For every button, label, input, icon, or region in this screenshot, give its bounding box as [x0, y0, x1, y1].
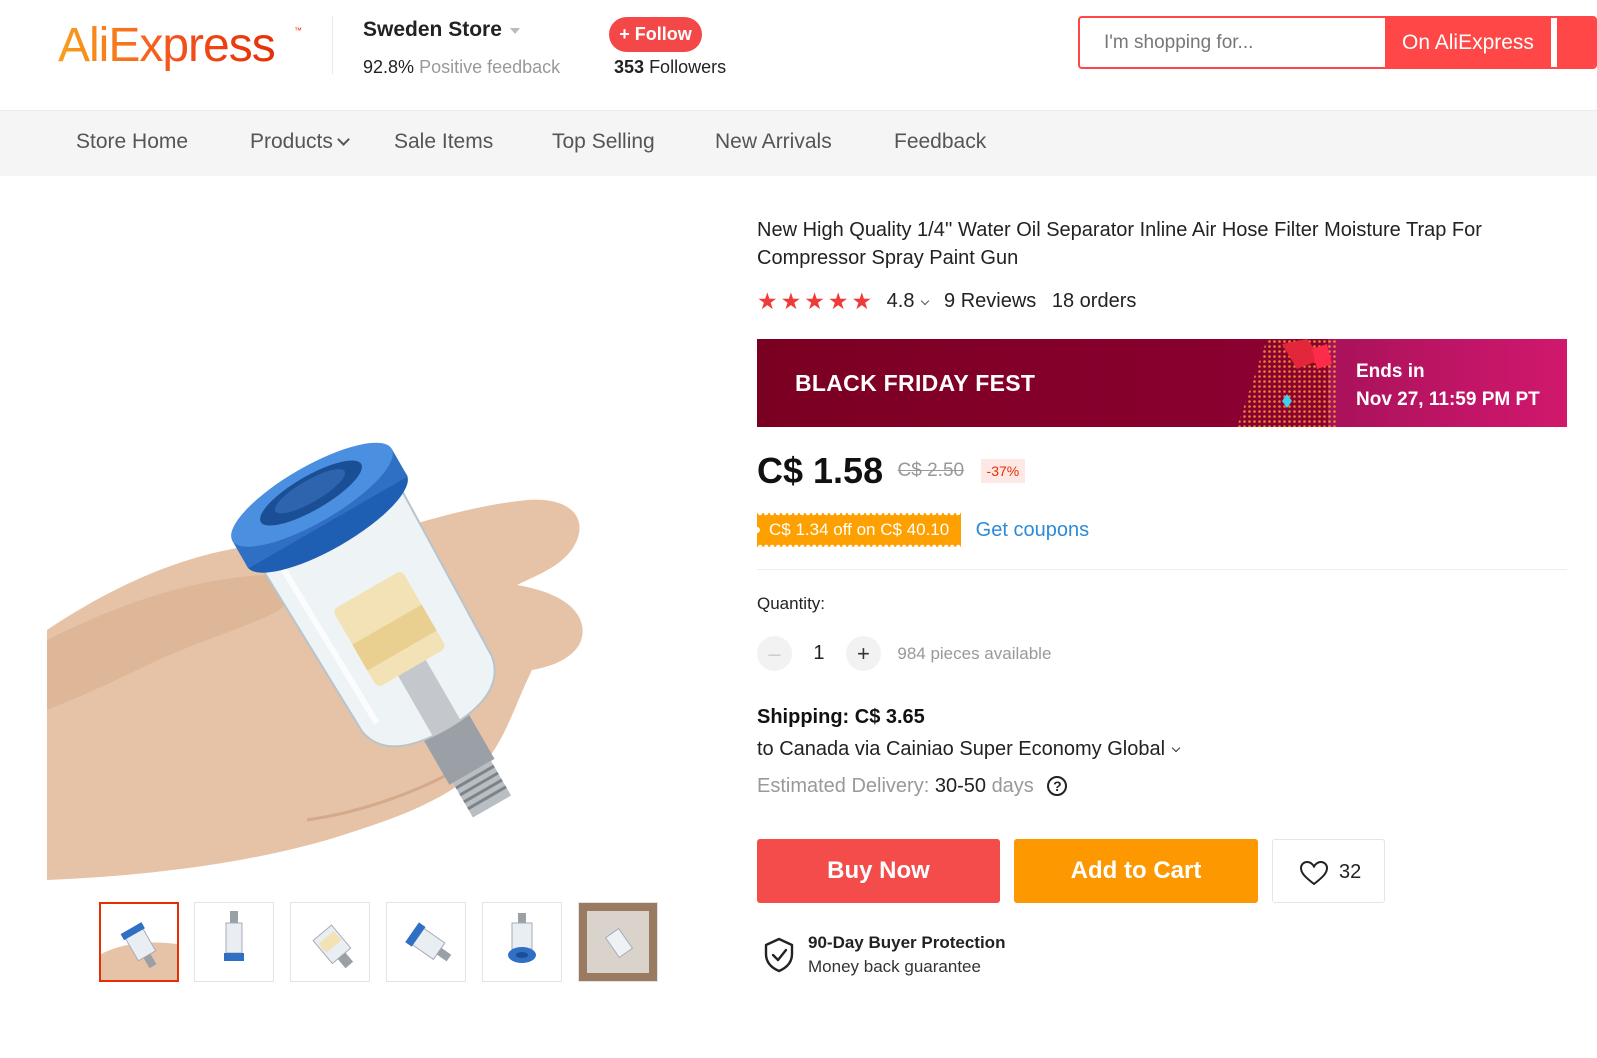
product-photo: [47, 442, 583, 880]
chevron-down-icon: [1171, 743, 1181, 753]
delivery-label: Estimated Delivery:: [757, 775, 930, 797]
followers-count: 353 Followers: [614, 57, 726, 78]
reviews-link[interactable]: 9 Reviews: [944, 290, 1036, 312]
nav-top-selling[interactable]: Top Selling: [552, 130, 655, 154]
promo-title: BLACK FRIDAY FEST: [795, 370, 1036, 396]
buyer-protection-subtitle: Money back guarantee: [808, 957, 981, 976]
product-title: New High Quality 1/4'' Water Oil Separat…: [757, 219, 1482, 269]
rating-row: ★★★★★ 4.8 9 Reviews 18 orders: [757, 288, 1136, 318]
followers-number: 353: [614, 57, 645, 77]
positive-feedback-value: 92.8%: [363, 57, 415, 77]
promo-ends-date: Nov 27, 11:59 PM PT: [1356, 389, 1540, 410]
search-submit-icon[interactable]: [1557, 18, 1595, 67]
nav-new-arrivals[interactable]: New Arrivals: [715, 130, 832, 154]
search-bar: On AliExpress: [1078, 16, 1597, 69]
thumbnail-5[interactable]: [482, 902, 562, 982]
search-button[interactable]: On AliExpress: [1385, 18, 1551, 67]
positive-feedback-label: Positive feedback: [419, 57, 561, 77]
store-feedback: 92.8% Positive feedback: [363, 57, 560, 78]
thumbnail-image: [508, 913, 536, 963]
quantity-increase-button[interactable]: +: [845, 636, 881, 671]
nav-products-label: Products: [250, 130, 333, 153]
wishlist-count: 32: [1339, 861, 1362, 883]
add-to-cart-button[interactable]: Add to Cart: [1014, 839, 1258, 903]
current-price: C$ 1.58: [757, 450, 884, 491]
coupon-tag[interactable]: C$ 1.34 off on C$ 40.10: [757, 513, 962, 547]
thumbnail-4[interactable]: [386, 902, 466, 982]
product-main-image[interactable]: [47, 340, 695, 880]
nav-feedback[interactable]: Feedback: [894, 130, 986, 154]
quantity-label: Quantity:: [757, 594, 826, 613]
thumbnail-image: [224, 911, 244, 961]
black-friday-banner: BLACK FRIDAY FEST Ends in Nov 27, 11:59 …: [757, 339, 1567, 427]
quantity-input[interactable]: 1: [796, 642, 841, 665]
promo-decoration: [1237, 339, 1337, 427]
thumbnail-6[interactable]: [578, 902, 658, 982]
aliexpress-logo[interactable]: AliExpress ™: [58, 14, 308, 84]
original-price: C$ 2.50: [897, 460, 965, 481]
price-row: C$ 1.58 C$ 2.50 -37%: [757, 450, 1026, 496]
shield-check-icon: [764, 937, 794, 973]
delivery-unit: days: [991, 775, 1034, 797]
header-divider: [332, 16, 333, 74]
section-divider: [757, 569, 1567, 570]
followers-label: Followers: [649, 57, 727, 77]
shipping-method-selector[interactable]: to Canada via Cainiao Super Economy Glob…: [757, 738, 1181, 761]
store-name[interactable]: Sweden Store: [363, 18, 502, 42]
thumbnail-3[interactable]: [290, 902, 370, 982]
logo-text: AliExpress: [58, 19, 276, 72]
thumbnail-2[interactable]: [194, 902, 274, 982]
shipping-method: to Canada via Cainiao Super Economy Glob…: [757, 738, 1166, 760]
delivery-value: 30-50: [934, 775, 986, 797]
follow-button[interactable]: + Follow: [609, 17, 702, 52]
estimated-delivery: Estimated Delivery: 30-50 days ?: [757, 775, 1068, 798]
get-coupons-link[interactable]: Get coupons: [976, 519, 1089, 541]
nav-store-home[interactable]: Store Home: [76, 130, 188, 154]
chevron-down-icon: [337, 133, 350, 146]
store-dropdown-icon[interactable]: [510, 28, 520, 34]
rating-value[interactable]: 4.8: [887, 290, 915, 312]
discount-badge: -37%: [980, 459, 1026, 483]
search-input[interactable]: [1080, 18, 1385, 67]
nav-sale-items[interactable]: Sale Items: [394, 130, 493, 154]
buy-now-button[interactable]: Buy Now: [757, 839, 1000, 903]
nav-products[interactable]: Products: [250, 130, 350, 154]
store-nav: Store Home Products Sale Items Top Selli…: [0, 110, 1597, 176]
wishlist-button[interactable]: 32: [1272, 839, 1385, 903]
star-rating-icon: ★★★★★: [757, 288, 876, 314]
quantity-stepper: – 1 + 984 pieces available: [757, 636, 1051, 672]
shipping-price: Shipping: C$ 3.65: [757, 706, 925, 728]
quantity-decrease-button[interactable]: –: [757, 636, 792, 671]
pieces-available: 984 pieces available: [897, 643, 1052, 663]
thumbnail-1[interactable]: [99, 902, 179, 982]
promo-ends: Ends in Nov 27, 11:59 PM PT: [1356, 358, 1540, 414]
buyer-protection-title: 90-Day Buyer Protection: [808, 933, 1006, 952]
thumbnail-image: [405, 922, 452, 962]
heart-icon: [1299, 860, 1329, 886]
coupon-row: C$ 1.34 off on C$ 40.10 Get coupons: [757, 513, 1089, 547]
logo-trademark: ™: [294, 26, 302, 35]
thumbnail-image: [312, 924, 354, 969]
promo-ends-label: Ends in: [1356, 361, 1425, 382]
chevron-down-icon[interactable]: [921, 296, 930, 306]
help-circle-icon[interactable]: ?: [1047, 776, 1068, 796]
orders-count: 18 orders: [1051, 290, 1137, 312]
store-header: AliExpress ™ Sweden Store 92.8% Positive…: [0, 0, 1597, 110]
thumbnail-image: [101, 922, 177, 980]
thumbnail-image: [579, 903, 657, 981]
